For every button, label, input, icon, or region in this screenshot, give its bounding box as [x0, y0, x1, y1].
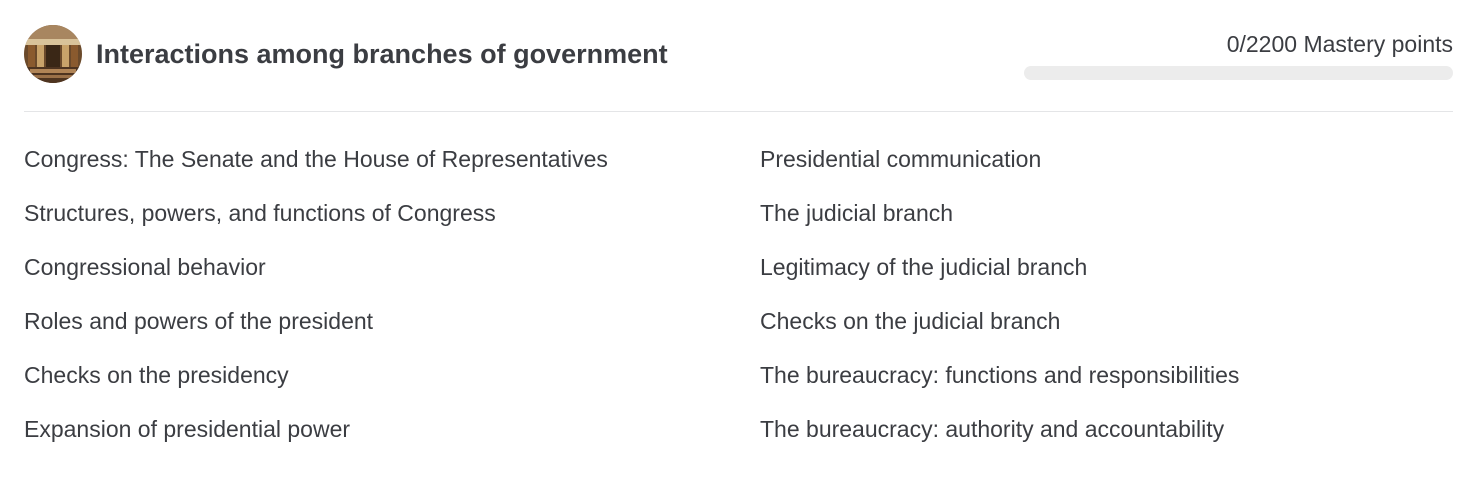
unit-thumbnail[interactable] — [24, 25, 82, 83]
lesson-link[interactable]: Congress: The Senate and the House of Re… — [24, 132, 760, 186]
lesson-list: Congress: The Senate and the House of Re… — [24, 132, 1453, 456]
lesson-link[interactable]: Checks on the presidency — [24, 348, 760, 402]
lesson-link[interactable]: Roles and powers of the president — [24, 294, 760, 348]
unit-card: Interactions among branches of governmen… — [24, 0, 1453, 484]
mastery-summary: 0/2200 Mastery points — [1024, 28, 1453, 80]
mastery-progress-bar — [1024, 66, 1453, 80]
unit-title[interactable]: Interactions among branches of governmen… — [96, 36, 668, 72]
lesson-link[interactable]: The bureaucracy: authority and accountab… — [760, 402, 1453, 456]
lesson-link[interactable]: Expansion of presidential power — [24, 402, 760, 456]
mastery-points-label: 0/2200 Mastery points — [1226, 31, 1453, 57]
chamber-image-icon — [24, 25, 82, 83]
lesson-link[interactable]: Presidential communication — [760, 132, 1453, 186]
lesson-link[interactable]: Checks on the judicial branch — [760, 294, 1453, 348]
unit-header: Interactions among branches of governmen… — [24, 0, 1453, 112]
lesson-link[interactable]: Structures, powers, and functions of Con… — [24, 186, 760, 240]
lesson-link[interactable]: The judicial branch — [760, 186, 1453, 240]
lesson-link[interactable]: The bureaucracy: functions and responsib… — [760, 348, 1453, 402]
lesson-link[interactable]: Legitimacy of the judicial branch — [760, 240, 1453, 294]
lesson-link[interactable]: Congressional behavior — [24, 240, 760, 294]
